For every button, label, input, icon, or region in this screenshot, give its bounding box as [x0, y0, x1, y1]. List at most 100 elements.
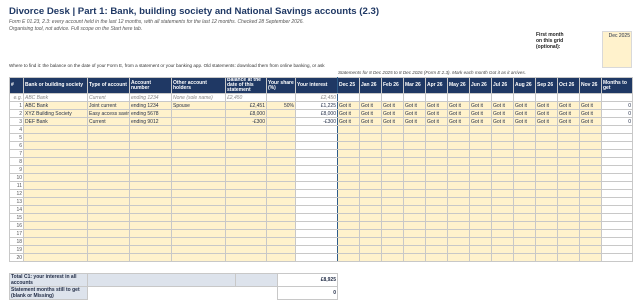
table-cell[interactable]: [337, 205, 360, 214]
table-cell[interactable]: [359, 157, 382, 166]
table-cell[interactable]: [266, 229, 296, 238]
table-cell[interactable]: [359, 245, 382, 254]
table-cell[interactable]: [491, 213, 514, 222]
table-cell[interactable]: [225, 253, 267, 262]
table-cell[interactable]: [225, 229, 267, 238]
table-cell[interactable]: [447, 213, 470, 222]
table-cell[interactable]: [337, 221, 360, 230]
table-cell[interactable]: [513, 133, 536, 142]
table-cell[interactable]: Got it: [447, 109, 470, 118]
table-cell[interactable]: [129, 149, 172, 158]
table-cell[interactable]: Got it: [513, 101, 536, 110]
table-cell[interactable]: [87, 197, 130, 206]
table-cell[interactable]: [359, 205, 382, 214]
table-cell[interactable]: [425, 253, 448, 262]
table-cell[interactable]: [337, 229, 360, 238]
table-cell[interactable]: [266, 213, 296, 222]
table-cell[interactable]: [87, 149, 130, 158]
table-cell[interactable]: [425, 229, 448, 238]
table-cell[interactable]: [337, 141, 360, 150]
table-cell[interactable]: [87, 157, 130, 166]
table-cell[interactable]: [87, 221, 130, 230]
table-cell[interactable]: Got it: [469, 117, 492, 126]
table-cell[interactable]: [535, 165, 558, 174]
table-cell[interactable]: [129, 125, 172, 134]
table-cell[interactable]: [579, 165, 602, 174]
table-cell[interactable]: [557, 133, 580, 142]
table-cell[interactable]: [491, 149, 514, 158]
table-cell[interactable]: [381, 157, 404, 166]
table-cell[interactable]: [579, 253, 602, 262]
table-cell[interactable]: Got it: [557, 117, 580, 126]
table-cell[interactable]: [491, 245, 514, 254]
table-cell[interactable]: [381, 165, 404, 174]
table-cell[interactable]: [266, 141, 296, 150]
table-cell[interactable]: [579, 141, 602, 150]
table-cell[interactable]: [337, 237, 360, 246]
table-cell[interactable]: [129, 213, 172, 222]
table-cell[interactable]: [87, 125, 130, 134]
table-cell[interactable]: Got it: [381, 117, 404, 126]
table-cell[interactable]: [425, 149, 448, 158]
table-cell[interactable]: [87, 133, 130, 142]
table-cell[interactable]: [225, 133, 267, 142]
table-cell[interactable]: [225, 181, 267, 190]
table-cell[interactable]: [359, 173, 382, 182]
table-cell[interactable]: [513, 253, 536, 262]
table-cell[interactable]: [23, 221, 88, 230]
table-cell[interactable]: [491, 133, 514, 142]
table-cell[interactable]: [469, 149, 492, 158]
table-cell[interactable]: [171, 133, 226, 142]
table-cell[interactable]: [359, 221, 382, 230]
table-cell[interactable]: [513, 205, 536, 214]
table-cell[interactable]: [225, 245, 267, 254]
table-cell[interactable]: [129, 197, 172, 206]
table-cell[interactable]: [171, 117, 226, 126]
table-cell[interactable]: [535, 197, 558, 206]
table-cell[interactable]: [535, 149, 558, 158]
table-cell[interactable]: [425, 237, 448, 246]
table-cell[interactable]: Got it: [469, 101, 492, 110]
table-cell[interactable]: [225, 149, 267, 158]
table-cell[interactable]: Got it: [425, 117, 448, 126]
table-cell[interactable]: [513, 237, 536, 246]
table-cell[interactable]: [129, 245, 172, 254]
table-cell[interactable]: [23, 157, 88, 166]
table-cell[interactable]: [469, 133, 492, 142]
table-cell[interactable]: [513, 181, 536, 190]
table-cell[interactable]: [337, 173, 360, 182]
table-cell[interactable]: [491, 229, 514, 238]
table-cell[interactable]: [425, 181, 448, 190]
table-cell[interactable]: [171, 237, 226, 246]
table-cell[interactable]: [23, 181, 88, 190]
table-cell[interactable]: [469, 173, 492, 182]
table-cell[interactable]: [403, 229, 426, 238]
table-cell[interactable]: [403, 125, 426, 134]
table-cell[interactable]: [403, 205, 426, 214]
table-cell[interactable]: [535, 189, 558, 198]
table-cell[interactable]: [381, 205, 404, 214]
table-cell[interactable]: [23, 165, 88, 174]
table-cell[interactable]: [469, 237, 492, 246]
table-cell[interactable]: [171, 157, 226, 166]
table-cell[interactable]: [225, 221, 267, 230]
table-cell[interactable]: Got it: [403, 117, 426, 126]
table-cell[interactable]: [425, 133, 448, 142]
table-cell[interactable]: Got it: [579, 109, 602, 118]
table-cell[interactable]: [425, 197, 448, 206]
table-cell[interactable]: ending 1234: [129, 101, 172, 110]
table-cell[interactable]: [447, 165, 470, 174]
table-cell[interactable]: [129, 165, 172, 174]
table-cell[interactable]: [171, 245, 226, 254]
table-cell[interactable]: [381, 197, 404, 206]
table-cell[interactable]: [469, 141, 492, 150]
table-cell[interactable]: [337, 197, 360, 206]
table-cell[interactable]: [579, 149, 602, 158]
table-cell[interactable]: [266, 149, 296, 158]
table-cell[interactable]: [513, 125, 536, 134]
table-cell[interactable]: [447, 205, 470, 214]
table-cell[interactable]: [381, 181, 404, 190]
first-month-input[interactable]: Dec 2025: [602, 31, 632, 68]
table-cell[interactable]: Got it: [359, 101, 382, 110]
table-cell[interactable]: [266, 245, 296, 254]
